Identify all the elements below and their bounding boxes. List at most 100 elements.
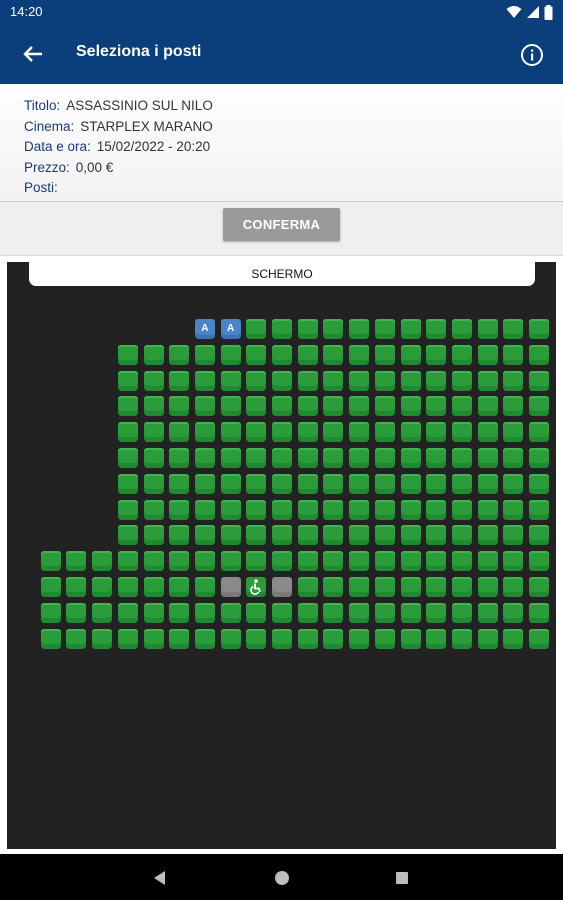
free-seat[interactable] (220, 525, 241, 546)
free-seat[interactable] (426, 370, 447, 391)
free-seat[interactable] (426, 525, 447, 546)
free-seat[interactable] (503, 319, 524, 339)
free-seat[interactable] (143, 448, 164, 468)
free-seat[interactable] (92, 628, 113, 649)
free-seat[interactable] (477, 628, 498, 649)
free-seat[interactable] (477, 525, 498, 546)
free-seat[interactable] (349, 370, 370, 391)
free-seat[interactable] (477, 396, 498, 417)
free-seat[interactable] (220, 551, 241, 572)
free-seat[interactable] (400, 602, 421, 623)
free-seat[interactable] (529, 319, 549, 339)
free-seat[interactable] (169, 525, 190, 546)
free-seat[interactable] (323, 602, 344, 623)
free-seat[interactable] (272, 344, 292, 365)
free-seat[interactable] (297, 370, 318, 391)
free-seat[interactable] (426, 448, 447, 468)
free-seat[interactable] (220, 344, 241, 365)
free-seat[interactable] (451, 448, 472, 468)
free-seat[interactable] (477, 577, 498, 597)
free-seat[interactable] (143, 370, 164, 391)
free-seat[interactable] (169, 551, 190, 572)
free-seat[interactable] (349, 319, 370, 339)
free-seat[interactable] (92, 602, 113, 623)
free-seat[interactable] (272, 422, 292, 443)
free-seat[interactable] (477, 422, 498, 443)
free-seat[interactable] (272, 551, 292, 572)
free-seat[interactable] (246, 370, 267, 391)
free-seat[interactable] (400, 628, 421, 649)
free-seat[interactable] (194, 525, 215, 546)
free-seat[interactable] (349, 628, 370, 649)
free-seat[interactable] (374, 370, 395, 391)
free-seat[interactable] (246, 448, 267, 468)
free-seat[interactable] (323, 473, 344, 494)
free-seat[interactable] (503, 628, 524, 649)
free-seat[interactable] (194, 370, 215, 391)
free-seat[interactable] (323, 396, 344, 417)
free-seat[interactable] (426, 319, 447, 339)
reserved-seat[interactable]: A (194, 319, 215, 339)
free-seat[interactable] (503, 577, 524, 597)
free-seat[interactable] (400, 422, 421, 443)
free-seat[interactable] (477, 551, 498, 572)
free-seat[interactable] (272, 602, 292, 623)
free-seat[interactable] (503, 448, 524, 468)
free-seat[interactable] (426, 551, 447, 572)
free-seat[interactable] (374, 628, 395, 649)
free-seat[interactable] (194, 499, 215, 520)
free-seat[interactable] (143, 344, 164, 365)
free-seat[interactable] (529, 344, 549, 365)
free-seat[interactable] (323, 319, 344, 339)
free-seat[interactable] (529, 396, 549, 417)
free-seat[interactable] (503, 525, 524, 546)
free-seat[interactable] (400, 319, 421, 339)
free-seat[interactable] (297, 396, 318, 417)
free-seat[interactable] (272, 525, 292, 546)
nav-back-button[interactable] (150, 868, 170, 888)
free-seat[interactable] (143, 628, 164, 649)
free-seat[interactable] (297, 602, 318, 623)
free-seat[interactable] (169, 628, 190, 649)
free-seat[interactable] (400, 473, 421, 494)
free-seat[interactable] (451, 422, 472, 443)
free-seat[interactable] (349, 525, 370, 546)
free-seat[interactable] (374, 344, 395, 365)
free-seat[interactable] (503, 602, 524, 623)
free-seat[interactable] (349, 344, 370, 365)
free-seat[interactable] (400, 551, 421, 572)
free-seat[interactable] (40, 551, 61, 572)
free-seat[interactable] (246, 525, 267, 546)
free-seat[interactable] (529, 370, 549, 391)
free-seat[interactable] (426, 473, 447, 494)
free-seat[interactable] (323, 577, 344, 597)
free-seat[interactable] (272, 370, 292, 391)
free-seat[interactable] (117, 602, 138, 623)
free-seat[interactable] (220, 422, 241, 443)
free-seat[interactable] (400, 448, 421, 468)
free-seat[interactable] (92, 577, 113, 597)
free-seat[interactable] (40, 602, 61, 623)
free-seat[interactable] (40, 577, 61, 597)
free-seat[interactable] (220, 448, 241, 468)
free-seat[interactable] (529, 525, 549, 546)
free-seat[interactable] (529, 628, 549, 649)
free-seat[interactable] (349, 577, 370, 597)
free-seat[interactable] (220, 396, 241, 417)
free-seat[interactable] (297, 499, 318, 520)
free-seat[interactable] (323, 628, 344, 649)
free-seat[interactable] (297, 344, 318, 365)
nav-home-button[interactable] (272, 868, 292, 888)
free-seat[interactable] (169, 396, 190, 417)
back-button[interactable] (18, 40, 48, 68)
free-seat[interactable] (400, 344, 421, 365)
free-seat[interactable] (117, 422, 138, 443)
free-seat[interactable] (194, 577, 215, 597)
free-seat[interactable] (451, 551, 472, 572)
free-seat[interactable] (477, 319, 498, 339)
free-seat[interactable] (529, 577, 549, 597)
free-seat[interactable] (426, 499, 447, 520)
free-seat[interactable] (349, 396, 370, 417)
free-seat[interactable] (503, 344, 524, 365)
free-seat[interactable] (323, 422, 344, 443)
